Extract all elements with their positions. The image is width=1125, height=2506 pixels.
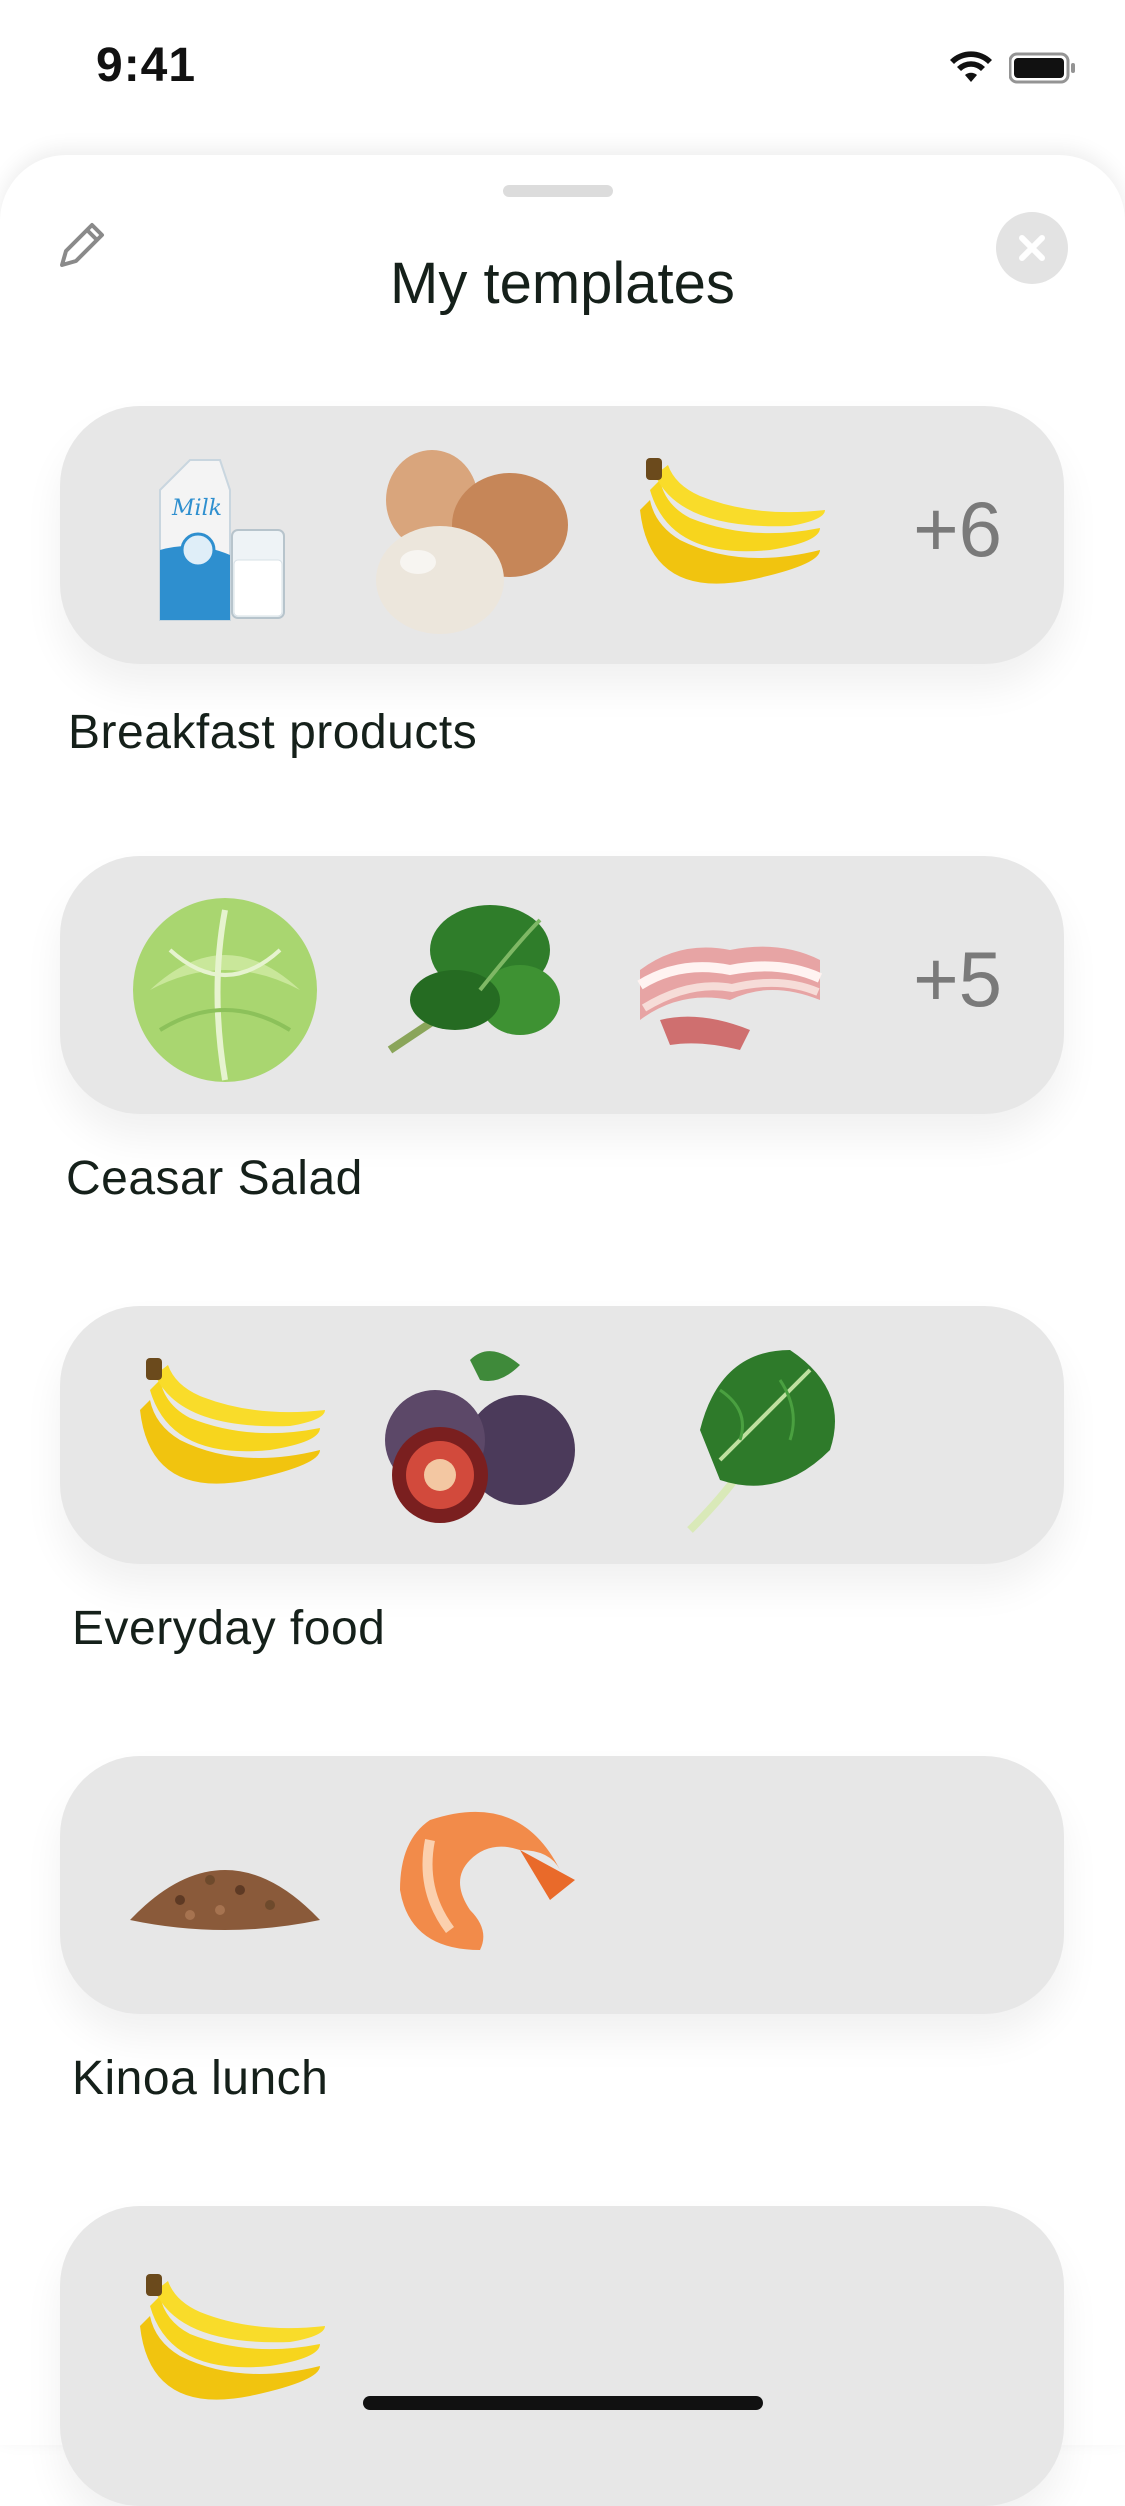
template-card-everyday-food[interactable]: [60, 1306, 1064, 1564]
leafy-greens-icon: [687, 1350, 835, 1533]
bananas-icon: [140, 1358, 325, 1484]
figs-icon: [385, 1351, 575, 1523]
template-card-ceasar-salad[interactable]: +5: [60, 856, 1064, 1114]
bananas-icon: [140, 2274, 325, 2400]
template-name[interactable]: Breakfast products: [68, 705, 477, 760]
shrimp-icon: [400, 1811, 575, 1950]
status-time: 9:41: [96, 39, 197, 92]
template-card-kinoa-lunch[interactable]: [60, 1756, 1064, 2014]
battery-icon: [1009, 52, 1075, 84]
bacon-icon: [637, 946, 823, 1050]
home-indicator[interactable]: [363, 2396, 763, 2410]
template-card-breakfast[interactable]: Milk +6: [60, 406, 1064, 664]
extra-items-count: +5: [913, 935, 1002, 1023]
status-bar: 9:41: [0, 0, 1125, 140]
bananas-icon: [640, 458, 825, 584]
milk-icon: Milk: [159, 459, 285, 621]
buckwheat-icon: [130, 1870, 320, 1930]
eggs-icon: [376, 450, 568, 634]
template-name[interactable]: Kinoa lunch: [72, 2051, 328, 2106]
svg-text:Milk: Milk: [171, 496, 222, 521]
template-name[interactable]: Everyday food: [72, 1601, 385, 1656]
templates-sheet: My templates Milk +6 Breakfast products: [0, 155, 1125, 2506]
wifi-icon: [950, 51, 992, 82]
extra-items-count: +6: [913, 485, 1002, 573]
sheet-grabber[interactable]: [503, 185, 613, 197]
template-card-5[interactable]: [60, 2206, 1064, 2506]
lettuce-icon: [133, 898, 317, 1082]
page-title: My templates: [390, 251, 735, 316]
template-name[interactable]: Ceasar Salad: [66, 1151, 363, 1206]
spinach-icon: [387, 905, 560, 1054]
